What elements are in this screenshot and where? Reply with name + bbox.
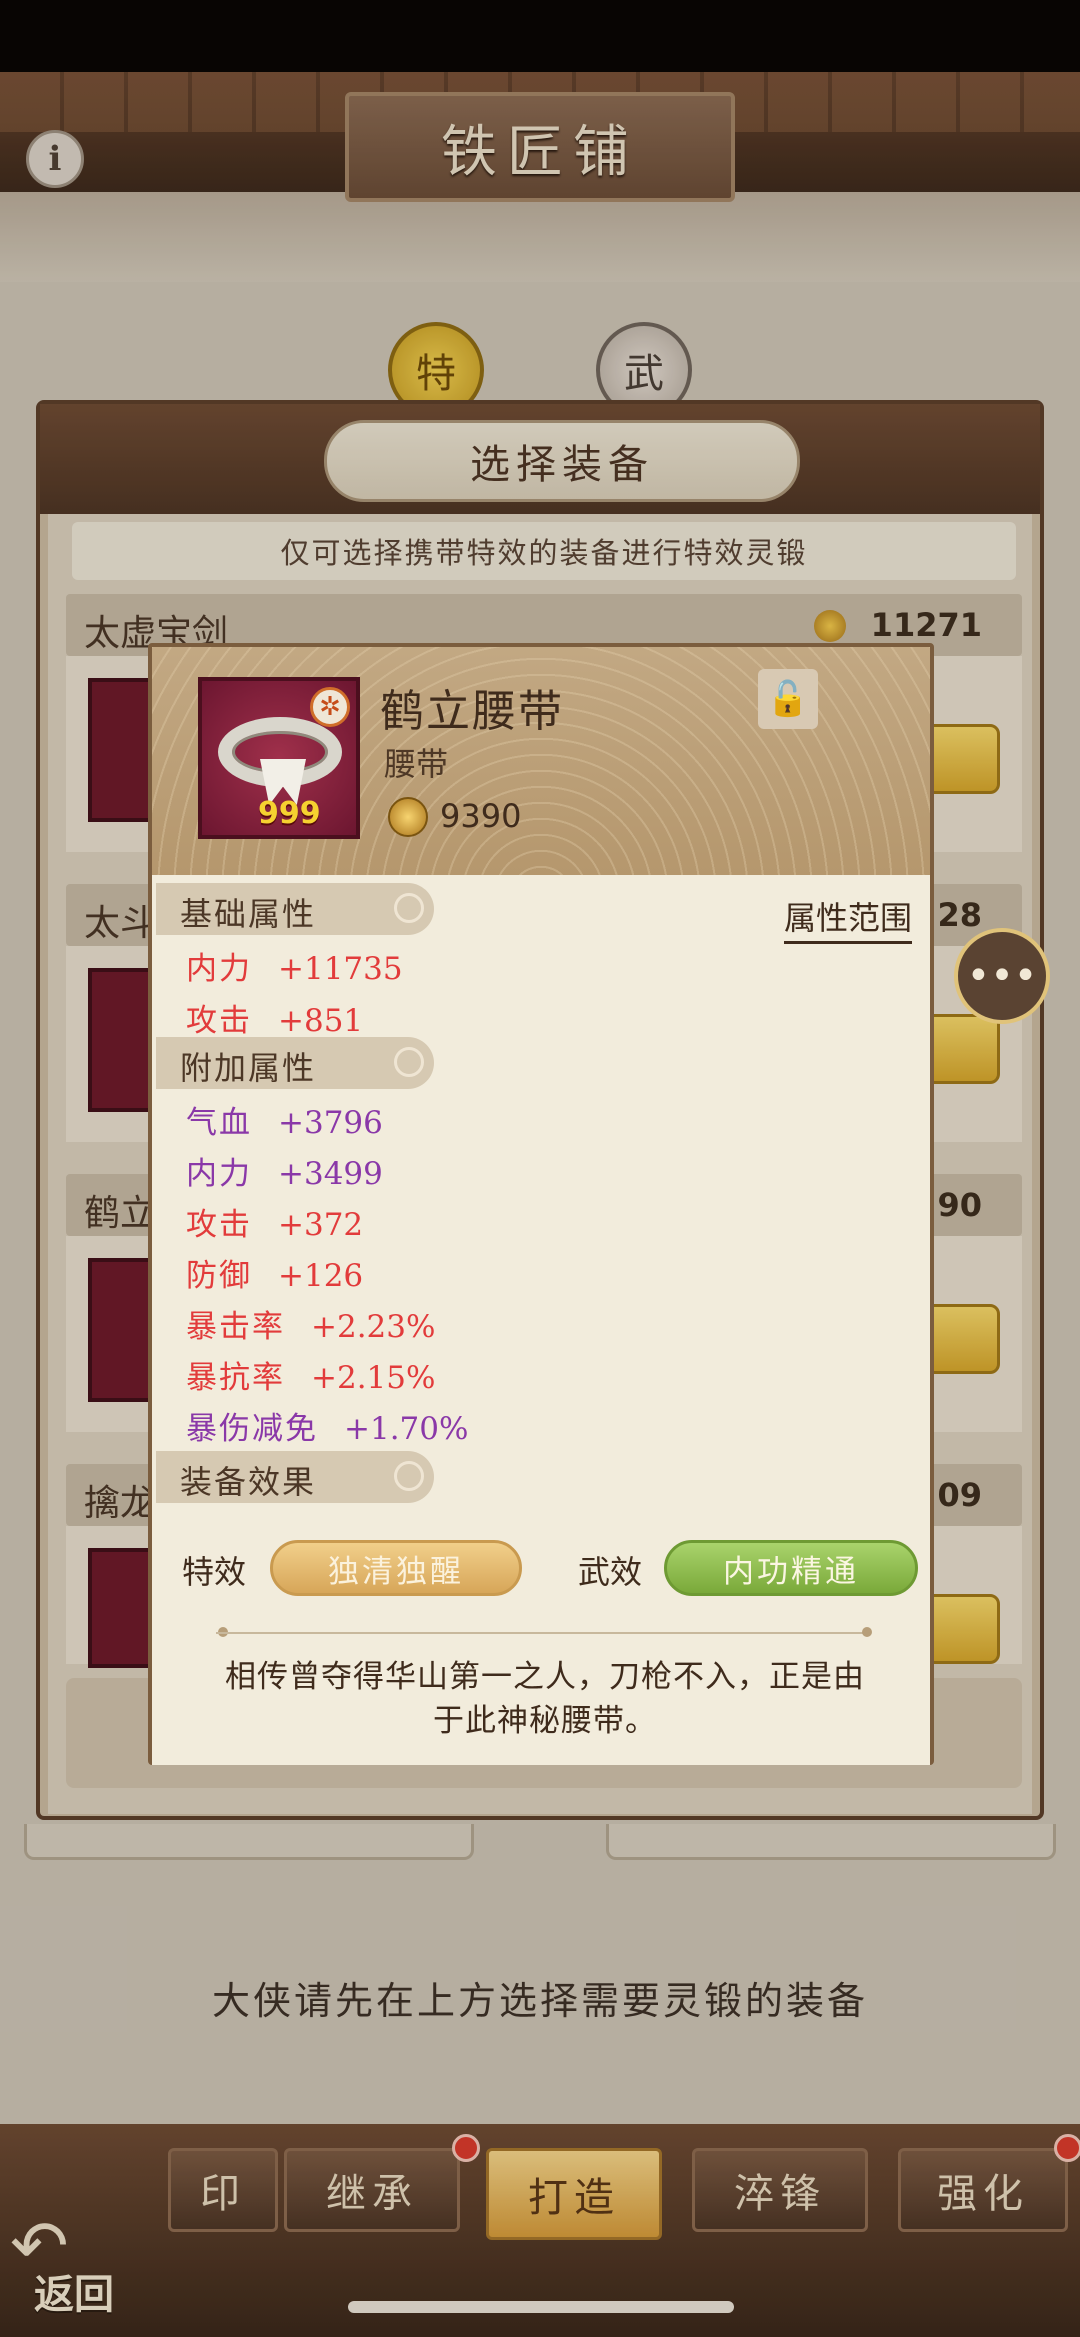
section-extra-attributes: 附加属性 <box>156 1037 434 1089</box>
item-type: 腰带 <box>384 745 449 783</box>
attr-value: +372 <box>278 1207 364 1243</box>
swirl-icon <box>394 893 424 923</box>
item-icon: ✲ 999 <box>198 677 360 839</box>
popup-body: 基础属性 属性范围 内力 +11735 攻击 +851 附加属性 气血 +3796 内… <box>152 875 930 1765</box>
attr-value: +11735 <box>278 951 403 987</box>
attr-key: 暴抗率 <box>186 1360 285 1396</box>
item-name: 鹤立腰带 <box>380 686 564 737</box>
item-power: 9390 <box>440 797 522 835</box>
attr-row: 攻击 +851 <box>186 995 363 1040</box>
attr-row: 暴抗率 +2.15% <box>186 1352 435 1397</box>
item-description: 相传曾夺得华山第一之人，刀枪不入，正是由于此神秘腰带。 <box>225 1659 865 1739</box>
attr-row: 暴伤减免 +1.70% <box>186 1403 468 1448</box>
section-title: 基础属性 <box>180 895 317 933</box>
item-detail-popup: ✲ 999 鹤立腰带 腰带 9390 🔓 基础属性 属性范围 内力 +11735 … <box>148 643 934 1765</box>
swirl-icon <box>394 1461 424 1491</box>
section-base-attributes: 基础属性 <box>156 883 434 935</box>
swirl-icon <box>394 1047 424 1077</box>
special-effect-badge-icon: ✲ <box>310 687 350 727</box>
attr-key: 气血 <box>186 1105 252 1141</box>
item-level: 999 <box>258 796 321 831</box>
attr-key: 攻击 <box>186 1003 252 1039</box>
section-equipment-effects: 装备效果 <box>156 1451 434 1503</box>
unlock-icon[interactable]: 🔓 <box>758 669 818 729</box>
power-coin-icon <box>388 797 428 837</box>
attr-key: 攻击 <box>186 1207 252 1243</box>
chat-icon[interactable]: ••• <box>954 928 1050 1024</box>
attr-value: +2.15% <box>311 1360 436 1396</box>
popup-header: ✲ 999 鹤立腰带 腰带 9390 🔓 <box>152 647 930 875</box>
martial-effect-button[interactable]: 内功精通 <box>664 1540 918 1596</box>
attr-row: 内力 +11735 <box>186 943 403 988</box>
section-title: 装备效果 <box>180 1463 317 1501</box>
attr-key: 暴击率 <box>186 1309 285 1345</box>
attr-value: +851 <box>278 1003 364 1039</box>
attr-row: 暴击率 +2.23% <box>186 1301 435 1346</box>
attr-key: 暴伤减免 <box>186 1411 318 1447</box>
attr-key: 内力 <box>186 1156 252 1192</box>
section-title: 附加属性 <box>180 1049 317 1087</box>
attr-value: +3796 <box>278 1105 383 1141</box>
attribute-range-link[interactable]: 属性范围 <box>783 893 912 944</box>
attr-value: +126 <box>278 1258 364 1294</box>
attr-row: 内力 +3499 <box>186 1148 383 1193</box>
attr-row: 防御 +126 <box>186 1250 363 1295</box>
attr-key: 内力 <box>186 951 252 987</box>
special-effect-button[interactable]: 独清独醒 <box>270 1540 522 1596</box>
attr-value: +2.23% <box>311 1309 436 1345</box>
attr-key: 防御 <box>186 1258 252 1294</box>
special-effect-label: 特效 <box>182 1553 247 1591</box>
divider <box>216 1632 868 1634</box>
attr-value: +1.70% <box>344 1411 469 1447</box>
divider-dot <box>862 1627 872 1637</box>
attr-row: 攻击 +372 <box>186 1199 363 1244</box>
attr-row: 气血 +3796 <box>186 1097 383 1142</box>
martial-effect-label: 武效 <box>578 1553 643 1591</box>
attr-value: +3499 <box>278 1156 383 1192</box>
